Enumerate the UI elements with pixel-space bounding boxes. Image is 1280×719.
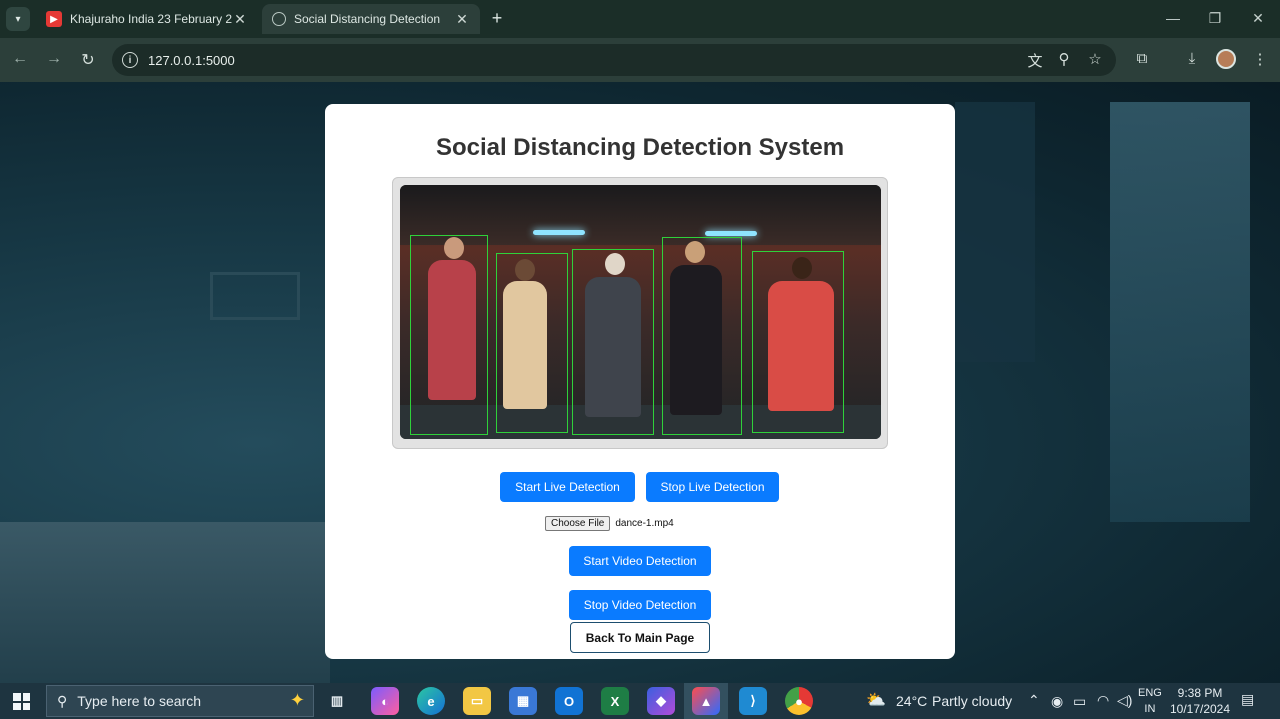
notifications-icon[interactable]: ▤ xyxy=(1241,691,1254,708)
back-icon[interactable]: ← xyxy=(9,50,31,68)
address-bar[interactable]: i 127.0.0.1:5000 xyxy=(112,44,1116,76)
close-tab-icon[interactable]: ✕ xyxy=(454,11,470,28)
pycharm-icon[interactable]: ▲ xyxy=(692,687,720,715)
excel-icon[interactable]: X xyxy=(601,687,629,715)
tab-khajuraho[interactable]: ▶ Khajuraho India 23 February 20 ✕ xyxy=(36,4,258,34)
close-window-icon[interactable]: ✕ xyxy=(1248,10,1268,27)
zoom-icon[interactable]: ⚲ xyxy=(1053,50,1075,68)
back-to-main-button[interactable]: Back To Main Page xyxy=(570,622,710,653)
weather-temp: 24°C xyxy=(896,693,928,709)
file-input: Choose File dance-1.mp4 xyxy=(545,516,674,531)
forward-icon[interactable]: → xyxy=(43,50,65,68)
new-tab-button[interactable]: + xyxy=(486,8,508,29)
weather-condition: Partly cloudy xyxy=(932,693,1013,709)
background-window xyxy=(1110,102,1250,522)
translate-icon[interactable]: 文 xyxy=(1024,50,1046,71)
start-live-detection-button[interactable]: Start Live Detection xyxy=(500,472,635,502)
reload-icon[interactable]: ↻ xyxy=(77,50,99,70)
extensions-icon[interactable]: ⧉ xyxy=(1131,50,1153,67)
search-icon: ⚲ xyxy=(57,692,68,709)
clock[interactable]: 9:38 PM 10/17/2024 xyxy=(1168,685,1232,717)
clock-time: 9:38 PM xyxy=(1177,686,1223,700)
youtube-favicon-icon: ▶ xyxy=(46,11,62,27)
file-explorer-icon[interactable]: ▭ xyxy=(463,687,491,715)
browser-toolbar: ← → ↻ i 127.0.0.1:5000 文 ⚲ ☆ ⧉ ⤓ ⋮ xyxy=(0,38,1280,82)
download-icon[interactable]: ⤓ xyxy=(1181,50,1203,67)
copilot-pro-icon[interactable]: ◆ xyxy=(647,687,675,715)
vscode-icon[interactable]: ⟩ xyxy=(739,687,767,715)
choose-file-button[interactable]: Choose File xyxy=(545,516,611,531)
close-tab-icon[interactable]: ✕ xyxy=(232,11,248,28)
language-indicator[interactable]: ENG IN xyxy=(1138,685,1162,717)
search-placeholder: Type here to search xyxy=(77,693,202,709)
page-background: Social Distancing Detection System Start… xyxy=(0,82,1280,683)
ceiling-light xyxy=(705,231,757,236)
stop-live-detection-button[interactable]: Stop Live Detection xyxy=(646,472,779,502)
detection-box xyxy=(752,251,844,433)
edge-icon[interactable]: e xyxy=(417,687,445,715)
restore-icon[interactable]: ❐ xyxy=(1205,10,1225,27)
battery-icon[interactable]: ▭ xyxy=(1073,693,1086,710)
start-video-detection-button[interactable]: Start Video Detection xyxy=(569,546,711,576)
detection-box xyxy=(410,235,488,435)
detection-card: Social Distancing Detection System Start… xyxy=(325,104,955,659)
detection-box xyxy=(572,249,654,435)
tab-search-button[interactable]: ▾ xyxy=(6,7,30,31)
outlook-icon[interactable]: O xyxy=(555,687,583,715)
ceiling-light xyxy=(533,230,585,235)
lang-code: ENG xyxy=(1138,687,1162,699)
profile-avatar[interactable] xyxy=(1216,49,1236,69)
clock-date: 10/17/2024 xyxy=(1169,702,1231,716)
page-title: Social Distancing Detection System xyxy=(435,134,845,161)
detection-box xyxy=(496,253,568,433)
chevron-up-icon[interactable]: ⌃ xyxy=(1028,692,1040,709)
weather-icon[interactable]: ⛅ xyxy=(866,690,886,710)
tab-social-distancing[interactable]: Social Distancing Detection ✕ xyxy=(262,4,480,34)
wifi-icon[interactable]: ◠ xyxy=(1097,692,1109,709)
task-view-icon[interactable]: ▥ xyxy=(323,687,351,715)
windows-taskbar: ⚲ Type here to search ✦ ▥ ◐ e ▭ ▦ O X ◆ … xyxy=(0,683,1280,719)
stop-video-detection-button[interactable]: Stop Video Detection xyxy=(569,590,711,620)
tab-title: Khajuraho India 23 February 20 xyxy=(70,12,232,26)
background-table xyxy=(0,522,330,683)
sparkle-icon: ✦ xyxy=(289,690,305,710)
store-icon[interactable]: ▦ xyxy=(509,687,537,715)
volume-icon[interactable]: ◁) xyxy=(1117,692,1132,709)
background-frame xyxy=(210,272,300,320)
site-info-icon[interactable]: i xyxy=(122,52,138,68)
chrome-icon[interactable]: ● xyxy=(785,687,813,715)
url-text: 127.0.0.1:5000 xyxy=(148,52,235,68)
lang-region: IN xyxy=(1144,703,1156,715)
globe-favicon-icon xyxy=(272,12,286,26)
windows-start-icon[interactable] xyxy=(13,693,30,710)
browser-tab-bar: ▾ ▶ Khajuraho India 23 February 20 ✕ Soc… xyxy=(0,0,1280,38)
taskbar-search[interactable]: ⚲ Type here to search ✦ xyxy=(46,685,314,717)
detection-box xyxy=(662,237,742,435)
tab-title: Social Distancing Detection xyxy=(294,12,441,26)
video-feed xyxy=(400,185,881,439)
bookmark-star-icon[interactable]: ☆ xyxy=(1084,50,1106,68)
menu-dots-icon[interactable]: ⋮ xyxy=(1249,50,1271,68)
background-shelf xyxy=(955,102,1035,362)
video-frame xyxy=(392,177,888,449)
meet-icon[interactable]: ◉ xyxy=(1051,693,1063,710)
selected-filename: dance-1.mp4 xyxy=(615,518,674,529)
minimize-icon[interactable]: — xyxy=(1163,10,1183,26)
copilot-icon[interactable]: ◐ xyxy=(371,687,399,715)
